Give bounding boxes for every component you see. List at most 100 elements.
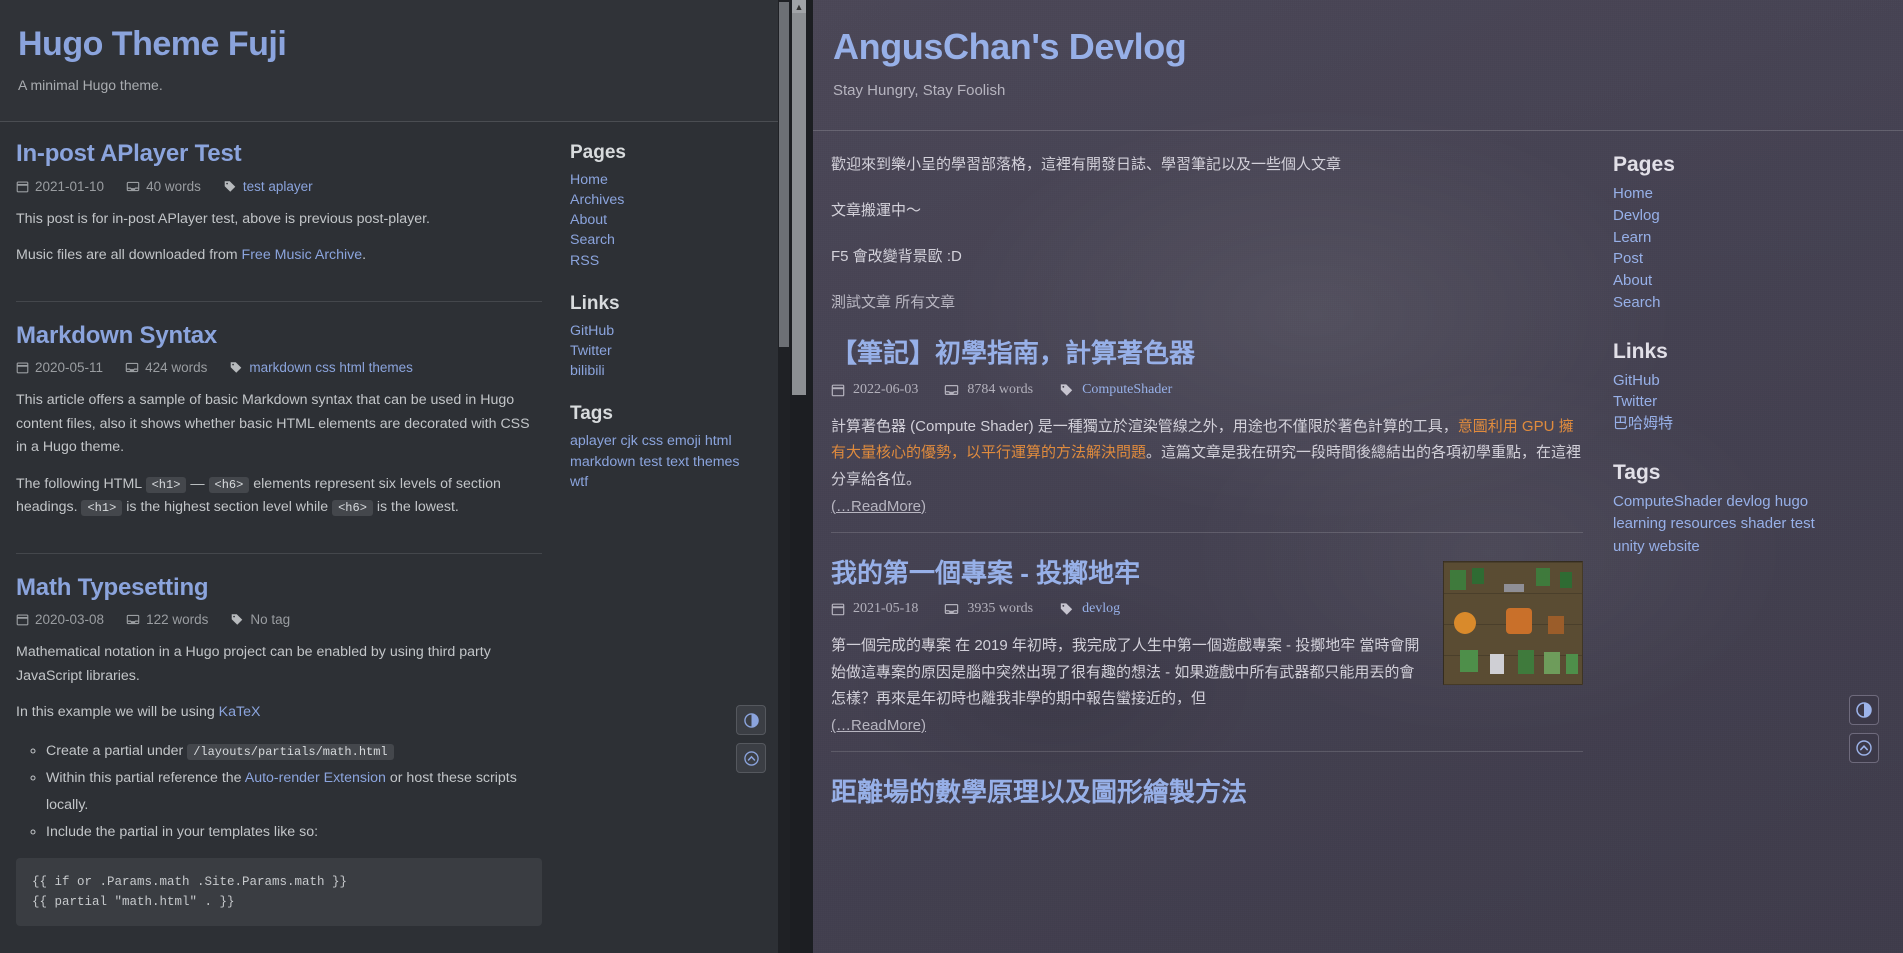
list-item: Within this partial reference the Auto-r… bbox=[46, 765, 542, 819]
post-wordcount-text: 3935 words bbox=[967, 601, 1034, 617]
sidebar-item-learn[interactable]: Learn bbox=[1613, 227, 1883, 249]
post-item: 【筆記】初學指南，計算著色器 2022-06-03 8784 words Com… bbox=[831, 337, 1583, 516]
right-pane-scrollbar[interactable]: ▲ bbox=[790, 0, 813, 953]
post-title[interactable]: Math Typesetting bbox=[16, 574, 542, 603]
sidebar-item-post[interactable]: Post bbox=[1613, 248, 1883, 270]
post-date: 2020-03-08 bbox=[16, 612, 104, 627]
right-sidebar-tags-heading: Tags bbox=[1613, 460, 1661, 484]
sidebar-item-about[interactable]: About bbox=[1613, 270, 1883, 292]
sidebar-item-home[interactable]: Home bbox=[1613, 183, 1883, 205]
code-h1-b: <h1> bbox=[81, 500, 123, 517]
scroll-up-arrow-icon[interactable]: ▲ bbox=[792, 0, 806, 13]
sidebar-link-bahamut[interactable]: 巴哈姆特 bbox=[1613, 413, 1883, 435]
post-tags-text[interactable]: markdown css html themes bbox=[249, 360, 413, 375]
post-paragraph: In this example we will be using KaTeX bbox=[16, 704, 261, 721]
post-thumbnail-image[interactable] bbox=[1443, 560, 1583, 685]
sidebar-item-devlog[interactable]: Devlog bbox=[1613, 205, 1883, 227]
sidebar-link-github[interactable]: GitHub bbox=[1613, 370, 1883, 392]
sidebar-link-twitter[interactable]: Twitter bbox=[570, 341, 790, 361]
sidebar-link-github[interactable]: GitHub bbox=[570, 321, 790, 341]
math-steps-list: Create a partial under /layouts/partials… bbox=[46, 738, 542, 846]
post-title[interactable]: 距離場的數學原理以及圖形繪製方法 bbox=[831, 776, 1583, 809]
code-block: {{ if or .Params.math .Site.Params.math … bbox=[16, 857, 542, 926]
bullet-text: Include the partial in your templates li… bbox=[46, 823, 319, 840]
sidebar-link-twitter[interactable]: Twitter bbox=[1613, 391, 1883, 413]
post-title[interactable]: Markdown Syntax bbox=[16, 322, 542, 351]
sidebar-item-search[interactable]: Search bbox=[570, 230, 790, 250]
post-with-thumbnail: 我的第一個專案 - 投擲地牢 2021-05-18 3935 words dev… bbox=[831, 557, 1583, 736]
wordcount-icon bbox=[126, 615, 140, 625]
left-site-title[interactable]: Hugo Theme Fuji bbox=[18, 25, 772, 63]
tag-icon bbox=[1060, 383, 1073, 396]
back-to-top-button[interactable] bbox=[1849, 733, 1879, 763]
post-tags-text[interactable]: devlog bbox=[1082, 601, 1120, 617]
intro-line: 歡迎來到樂小呈的學習部落格，這裡有開發日誌、學習筆記以及一些個人文章 bbox=[831, 156, 1342, 173]
code-h6-b: <h6> bbox=[332, 500, 373, 517]
post-date-text: 2021-05-18 bbox=[853, 601, 919, 617]
sidebar-item-search[interactable]: Search bbox=[1613, 292, 1883, 314]
post-text-column: 我的第一個專案 - 投擲地牢 2021-05-18 3935 words dev… bbox=[831, 557, 1425, 736]
post-date-text: 2022-06-03 bbox=[853, 381, 919, 397]
left-browser-pane: Hugo Theme Fuji A minimal Hugo theme. In… bbox=[0, 0, 790, 953]
calendar-icon bbox=[16, 181, 29, 193]
calendar-icon bbox=[16, 362, 29, 374]
left-pane-scrollbar[interactable] bbox=[778, 0, 790, 953]
post-title[interactable]: 我的第一個專案 - 投擲地牢 bbox=[831, 557, 1425, 590]
post-paragraph: This post is for in-post APlayer test, a… bbox=[16, 210, 430, 227]
html-sentence-1: The following HTML bbox=[16, 475, 142, 492]
left-body: In-post APlayer Test 2021-01-10 40 words bbox=[0, 122, 790, 932]
left-floating-buttons bbox=[736, 705, 766, 773]
right-site-title[interactable]: AngusChan's Devlog bbox=[833, 26, 1883, 68]
post-title[interactable]: In-post APlayer Test bbox=[16, 140, 542, 169]
post-date: 2020-05-11 bbox=[16, 360, 103, 375]
post-tags-text[interactable]: test aplayer bbox=[243, 179, 313, 194]
post-paragraph: Mathematical notation in a Hugo project … bbox=[16, 644, 491, 684]
post-title[interactable]: 【筆記】初學指南，計算著色器 bbox=[831, 337, 1583, 370]
post-tags[interactable]: markdown css html themes bbox=[229, 360, 413, 375]
post-item: Math Typesetting 2020-03-08 122 words No… bbox=[16, 552, 542, 932]
post-wordcount: 8784 words bbox=[944, 382, 1033, 398]
post-paragraph: Music files are all downloaded from Free… bbox=[16, 247, 367, 264]
post-tags[interactable]: ComputeShader bbox=[1059, 382, 1172, 398]
katex-link[interactable]: KaTeX bbox=[219, 704, 261, 720]
post-tags[interactable]: devlog bbox=[1059, 601, 1120, 617]
right-sidebar-tag-cloud[interactable]: ComputeShader devlog hugo learning resou… bbox=[1613, 491, 1843, 559]
browser-window: Hugo Theme Fuji A minimal Hugo theme. In… bbox=[0, 0, 1903, 953]
theme-toggle-button[interactable] bbox=[1849, 695, 1879, 725]
right-page-content: AngusChan's Devlog Stay Hungry, Stay Foo… bbox=[813, 0, 1903, 953]
calendar-icon bbox=[831, 603, 845, 616]
sidebar-link-bilibili[interactable]: bilibili bbox=[570, 361, 790, 381]
post-date-text: 2021-01-10 bbox=[35, 178, 105, 194]
post-wordcount-text: 424 words bbox=[145, 360, 208, 376]
list-item: Create a partial under /layouts/partials… bbox=[46, 738, 542, 765]
post-date-text: 2020-05-11 bbox=[35, 360, 104, 376]
post-tags[interactable]: test aplayer bbox=[223, 179, 313, 194]
read-more-link[interactable]: (…ReadMore) bbox=[831, 498, 926, 515]
list-item: Include the partial in your templates li… bbox=[46, 819, 542, 846]
post-wordcount-text: 40 words bbox=[146, 178, 201, 194]
post-item: In-post APlayer Test 2021-01-10 40 words bbox=[16, 140, 542, 287]
sidebar-item-rss[interactable]: RSS bbox=[570, 251, 790, 271]
intro-line-links[interactable]: 測試文章 所有文章 bbox=[831, 291, 1583, 315]
left-site-header: Hugo Theme Fuji A minimal Hugo theme. bbox=[0, 0, 790, 122]
sidebar-item-home[interactable]: Home bbox=[570, 170, 790, 190]
read-more-link[interactable]: (…ReadMore) bbox=[831, 717, 926, 734]
post-date: 2021-01-10 bbox=[16, 179, 104, 194]
tag-icon bbox=[232, 614, 243, 626]
html-sentence-4: is the lowest. bbox=[376, 499, 459, 516]
back-to-top-button[interactable] bbox=[736, 743, 766, 773]
sidebar-item-about[interactable]: About bbox=[570, 210, 790, 230]
right-sidebar-links-heading: Links bbox=[1613, 339, 1668, 363]
sidebar-item-archives[interactable]: Archives bbox=[570, 190, 790, 210]
bullet-text: Create a partial under bbox=[46, 742, 184, 759]
free-music-archive-link[interactable]: Free Music Archive bbox=[242, 247, 363, 263]
right-scrollbar-thumb[interactable] bbox=[792, 13, 806, 395]
left-sidebar-tag-cloud[interactable]: aplayer cjk css emoji html markdown test… bbox=[570, 431, 755, 493]
post-tags-text[interactable]: ComputeShader bbox=[1082, 382, 1172, 398]
post-item: 距離場的數學原理以及圖形繪製方法 bbox=[831, 751, 1583, 809]
post-paragraph: This article offers a sample of basic Ma… bbox=[16, 392, 530, 456]
left-scrollbar-thumb[interactable] bbox=[779, 2, 789, 347]
theme-toggle-button[interactable] bbox=[736, 705, 766, 735]
post-meta: 2022-06-03 8784 words ComputeShader bbox=[831, 382, 1583, 398]
auto-render-extension-link[interactable]: Auto-render Extension bbox=[245, 770, 386, 786]
